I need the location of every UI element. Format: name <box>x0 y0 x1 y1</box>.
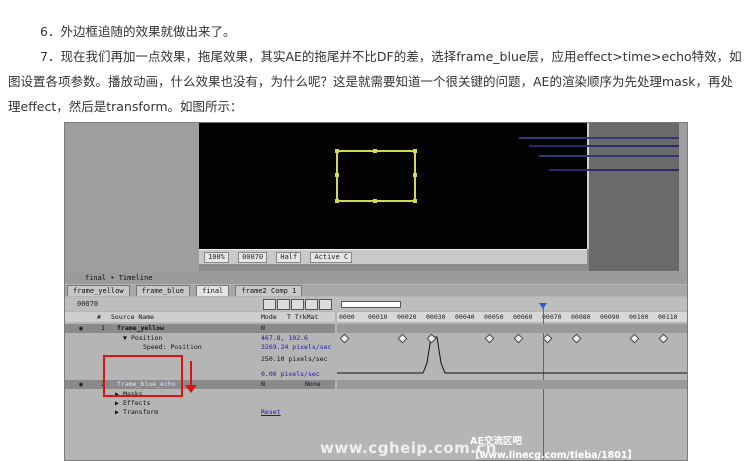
column-headers: # Source Name Mode T TrkMat <box>65 312 335 322</box>
ruler-tick-label: 00090 <box>600 313 620 321</box>
echo-streak <box>539 155 679 157</box>
position-value[interactable]: 467.8, 102.6 <box>261 334 308 343</box>
eye-icon[interactable]: ◉ <box>79 380 83 389</box>
layer-mode[interactable]: N <box>261 324 265 333</box>
layer-handle[interactable] <box>373 149 377 153</box>
arrow-down-icon <box>185 385 197 393</box>
composition-viewer: 100% 00070 Half Active C <box>199 123 679 271</box>
article-paragraph-2: 7．现在我们再加一点效果，拖尾效果，其实AE的拖尾并不比DF的差，选择frame… <box>8 48 742 114</box>
triangle-right-icon[interactable]: ▶ <box>115 408 119 417</box>
article-paragraph-1: 6．外边框追随的效果就做出来了。 <box>40 23 236 39</box>
effects-label[interactable]: Effects <box>123 399 150 408</box>
speed-mid: 250.10 pixels/sec <box>261 355 328 363</box>
ruler-tick-label: 00110 <box>658 313 678 321</box>
echo-streak <box>549 169 679 171</box>
viewer-toolbar: 100% 00070 Half Active C <box>199 249 587 264</box>
col-number: # <box>97 313 101 321</box>
layer-track[interactable] <box>337 380 687 389</box>
tab-frame-blue[interactable]: frame_blue <box>135 285 190 296</box>
timeline-tabs: frame_yellow frame_blue final frame2 Com… <box>65 285 687 296</box>
zoom-dropdown[interactable]: 100% <box>204 252 229 263</box>
layer-handle[interactable] <box>373 199 377 203</box>
layer-handle[interactable] <box>413 173 417 177</box>
ae-screenshot: 100% 00070 Half Active C final • Timelin… <box>64 122 688 461</box>
timeline-title: final • Timeline <box>65 273 687 284</box>
echo-streak <box>519 137 679 139</box>
tool-button[interactable] <box>305 299 318 310</box>
camera-dropdown[interactable]: Active C <box>310 252 353 263</box>
property-row-speed: Speed: Position 3269.24 pixels/sec <box>65 343 335 352</box>
viewer-timecode[interactable]: 00070 <box>238 252 268 263</box>
tab-final[interactable]: final <box>196 285 230 296</box>
panel-background <box>519 123 679 271</box>
speed-max: 3269.24 pixels/sec <box>261 343 332 351</box>
ruler-tick-label: 00070 <box>542 313 562 321</box>
col-source-name: Source Name <box>111 313 155 321</box>
property-row-effects[interactable]: ▶ Effects <box>65 399 335 408</box>
triangle-down-icon[interactable]: ▼ <box>123 334 127 343</box>
tab-frame2-comp[interactable]: frame2 Comp 1 <box>235 285 303 296</box>
echo-streak <box>529 145 679 147</box>
tool-button[interactable] <box>277 299 290 310</box>
tool-button[interactable] <box>291 299 304 310</box>
time-ruler[interactable]: 0000 00010 00020 00030 00040 00050 00060 00070 0… <box>337 312 687 322</box>
layer-handle[interactable] <box>413 199 417 203</box>
layer-mode[interactable]: N <box>261 380 265 389</box>
ruler-tick-label: 0000 <box>339 313 355 321</box>
layer-handle[interactable] <box>335 149 339 153</box>
work-area-bar[interactable] <box>341 301 401 308</box>
annotation-box <box>103 355 183 397</box>
eye-icon[interactable]: ◉ <box>79 324 83 333</box>
layer-number: 1 <box>101 324 105 332</box>
ruler-tick-label: 00040 <box>455 313 475 321</box>
ruler-tick-label: 00080 <box>571 313 591 321</box>
ruler-tick-label: 00100 <box>629 313 649 321</box>
ruler-tick-label: 00060 <box>513 313 533 321</box>
reset-link[interactable]: Reset <box>261 408 281 417</box>
col-mode: Mode <box>261 313 277 321</box>
layer-trkmat[interactable]: None <box>305 380 321 389</box>
col-trkmat: T TrkMat <box>287 313 319 321</box>
property-row-transform[interactable]: ▶ Transform Reset <box>65 408 335 417</box>
layer-row-frame-yellow[interactable]: ◉ 1 frame_yellow N <box>65 324 335 333</box>
layer-name[interactable]: frame_yellow <box>117 324 164 333</box>
tool-button[interactable] <box>263 299 276 310</box>
triangle-right-icon[interactable]: ▶ <box>115 399 119 408</box>
speed-label: Speed: Position <box>143 343 202 351</box>
layer-track[interactable] <box>337 324 687 333</box>
timeline-controls: 00070 <box>65 297 687 311</box>
tool-button[interactable] <box>319 299 332 310</box>
position-label: Position <box>131 334 163 342</box>
current-time[interactable]: 00070 <box>77 299 98 309</box>
layer-handle[interactable] <box>335 173 339 177</box>
ruler-tick-label: 00030 <box>426 313 446 321</box>
property-row-position[interactable]: ▼ Position 467.8, 102.6 <box>65 334 335 343</box>
resolution-dropdown[interactable]: Half <box>276 252 302 263</box>
ruler-tick-label: 00010 <box>368 313 388 321</box>
speed-min: 0.00 pixels/sec <box>261 370 320 378</box>
layer-handle[interactable] <box>413 149 417 153</box>
composition-canvas[interactable] <box>199 123 589 249</box>
layer-handle[interactable] <box>335 199 339 203</box>
ruler-tick-label: 00050 <box>484 313 504 321</box>
transform-label[interactable]: Transform <box>123 408 158 417</box>
tab-frame-yellow[interactable]: frame_yellow <box>67 285 130 296</box>
frame-layer-outline[interactable] <box>335 149 417 203</box>
watermark-forum: AE交流区吧 【www.linecg.com/tieba/1801】 <box>470 436 637 461</box>
ruler-tick-label: 00020 <box>397 313 417 321</box>
